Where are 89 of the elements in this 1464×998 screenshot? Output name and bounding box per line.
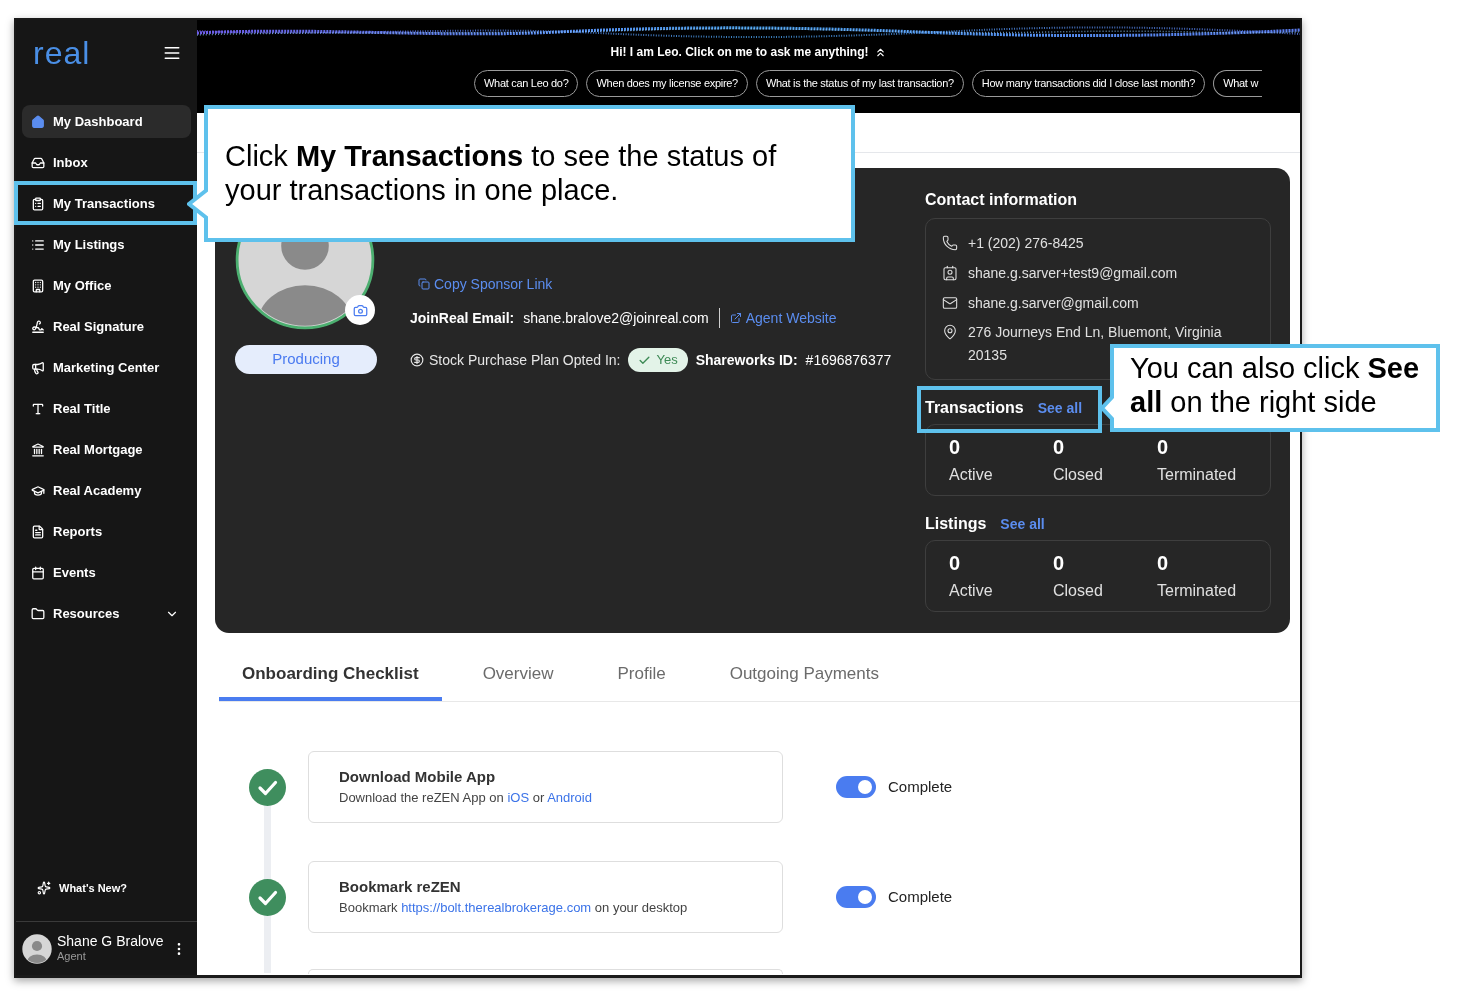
toggle-label: Complete (888, 776, 953, 797)
item-description: Bookmark https://bolt.therealbrokerage.com on your desktop (339, 899, 689, 917)
stat-label: Active (949, 581, 994, 601)
section-title: Transactions (925, 398, 1024, 418)
shareworks-id: #1696876377 (805, 350, 892, 370)
tab[interactable]: Overview (459, 650, 577, 701)
email-label: JoinReal Email: (410, 308, 515, 328)
assistant-prompt-button[interactable]: Hi! I am Leo. Click on me to ask me anything! (610, 44, 887, 60)
dollar-icon (410, 353, 424, 367)
external-link-icon (729, 312, 742, 324)
stat-label: Closed (1053, 581, 1104, 601)
megaphone-icon (31, 360, 45, 375)
nav-item[interactable]: Inbox (22, 146, 191, 179)
stat-label: Active (949, 465, 994, 485)
list-icon (31, 237, 45, 252)
toggle-switch[interactable] (836, 776, 876, 798)
contact-text: shane.g.sarver@gmail.com (968, 293, 1139, 313)
nav-item[interactable]: My Listings (22, 228, 191, 261)
callout: Click My Transactions to see the status of your transactions in one place. (204, 105, 855, 242)
calendar-icon (31, 565, 45, 580)
link[interactable]: Android (547, 790, 592, 805)
opt-in-value: Yes (656, 351, 678, 370)
map-pin-icon (942, 324, 958, 340)
tab[interactable]: Onboarding Checklist (219, 650, 442, 701)
see-all-link[interactable]: See all (1037, 397, 1083, 419)
building-icon (31, 278, 45, 293)
nav-item[interactable]: Real Academy (22, 474, 191, 507)
nav-item[interactable]: Real Mortgage (22, 433, 191, 466)
nav-item[interactable]: Marketing Center (22, 351, 191, 384)
contact-text: shane.g.sarver+test9@gmail.com (968, 263, 1178, 283)
email-value: shane.bralove2@joinreal.com (523, 308, 709, 328)
see-all-link[interactable]: See all (1000, 513, 1045, 535)
nav-item[interactable]: Reports (22, 515, 191, 548)
bank-icon (31, 442, 45, 457)
tab[interactable]: Profile (594, 650, 689, 701)
menu-icon[interactable] (163, 44, 181, 62)
contact-card-icon (942, 265, 958, 281)
nav-item[interactable]: Real Signature (22, 310, 191, 343)
section-title: Listings (925, 514, 987, 534)
mail-icon (942, 295, 958, 311)
section-title: Contact information (925, 190, 1078, 210)
stock-plan-label: Stock Purchase Plan Opted In: (429, 350, 621, 370)
shareworks-label: Shareworks ID: (695, 350, 798, 370)
nav-item[interactable]: Events (22, 556, 191, 589)
camera-icon (352, 302, 368, 318)
toggle-label: Complete (888, 886, 953, 907)
nav-item[interactable]: My Transactions (22, 187, 191, 220)
stat-value: 0 (949, 551, 962, 575)
graduation-cap-icon (31, 483, 45, 498)
stat-value: 0 (1053, 551, 1066, 575)
item-description: Download the reZEN App on iOS or Android (339, 789, 593, 807)
logo[interactable]: real (33, 37, 91, 69)
whats-new-button[interactable]: What's New? (16, 868, 127, 908)
folder-icon (31, 606, 45, 621)
nav-item[interactable]: My Office (22, 269, 191, 302)
nav-item[interactable]: Real Title (22, 392, 191, 425)
tab[interactable]: Outgoing Payments (706, 650, 902, 701)
stat-value: 0 (1053, 435, 1066, 459)
copy-icon (418, 278, 430, 290)
stat-value: 0 (1157, 435, 1170, 459)
user-name: Shane G Bralove (57, 932, 164, 951)
letter-t-icon (31, 401, 45, 416)
stat-label: Terminated (1157, 465, 1238, 485)
agent-website-link[interactable]: Agent Website (729, 307, 837, 329)
user-role: Agent (57, 950, 87, 965)
nav-item[interactable]: My Dashboard (22, 105, 191, 138)
phone-icon (942, 235, 958, 251)
status-badge: Producing (235, 345, 377, 374)
item-title: Download Mobile App (339, 767, 497, 787)
toggle-switch[interactable] (836, 886, 876, 908)
clipboard-icon (31, 196, 45, 211)
sparkles-icon (37, 881, 51, 895)
callout-pointer (1100, 393, 1114, 423)
link[interactable]: https://bolt.therealbrokerage.com (401, 900, 592, 915)
stat-value: 0 (949, 435, 962, 459)
house-icon (31, 114, 45, 129)
contact-text: +1 (202) 276-8425 (968, 233, 1084, 253)
document-icon (31, 524, 45, 539)
copy-sponsor-link[interactable]: Copy Sponsor Link (418, 274, 553, 294)
nav-item[interactable]: Resources (22, 597, 191, 630)
signature-icon (31, 319, 45, 334)
avatar-placeholder (22, 933, 52, 964)
stat-label: Terminated (1157, 581, 1238, 601)
stat-value: 0 (1157, 551, 1170, 575)
link[interactable]: iOS (507, 790, 530, 805)
item-title: Bookmark reZEN (339, 877, 462, 897)
camera-button[interactable] (345, 295, 375, 325)
inbox-icon (31, 155, 45, 170)
stat-label: Closed (1053, 465, 1104, 485)
